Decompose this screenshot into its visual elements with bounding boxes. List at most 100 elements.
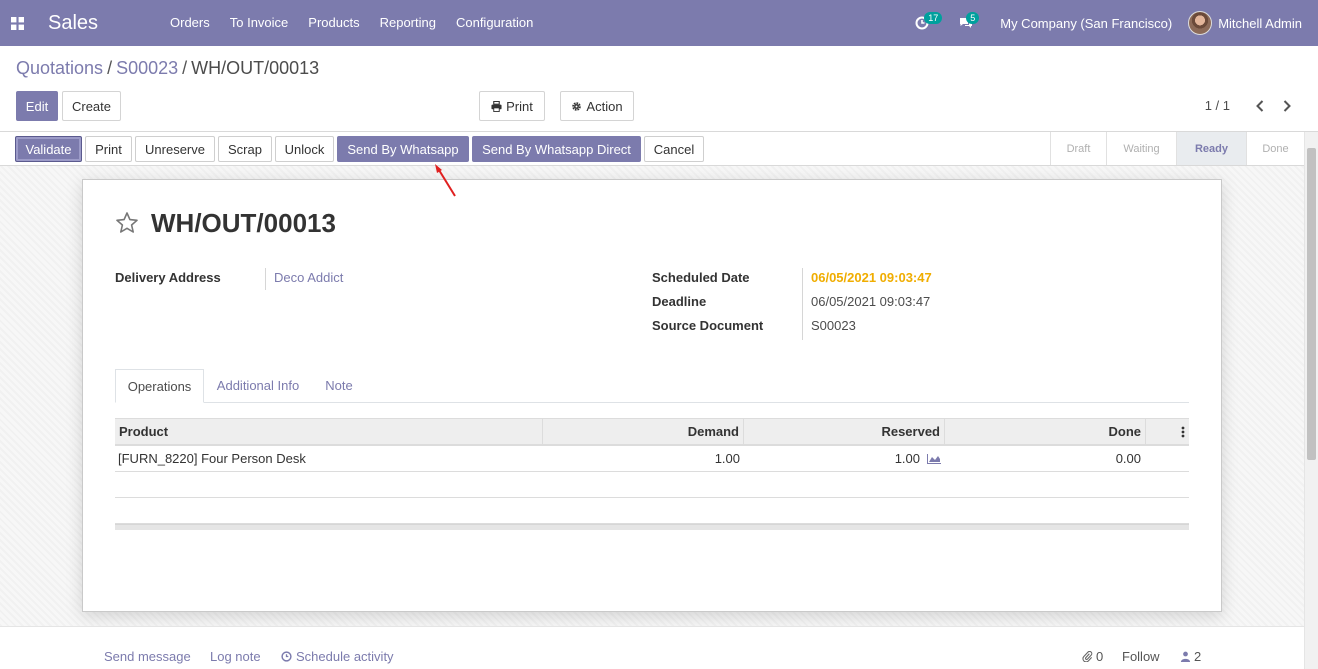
tab-additional-info[interactable]: Additional Info (211, 369, 305, 403)
user-menu[interactable]: Mitchell Admin (1188, 11, 1318, 35)
column-product[interactable]: Product (115, 419, 543, 445)
user-icon (1180, 651, 1191, 662)
source-document-label: Source Document (652, 318, 764, 333)
send-by-whatsapp-direct-button[interactable]: Send By Whatsapp Direct (472, 136, 641, 162)
stage-waiting: Waiting (1106, 132, 1176, 165)
table-row-empty (115, 498, 1189, 524)
navbar-systray: 17 5 My Company (San Francisco) Mitchell… (900, 0, 1318, 46)
validate-button[interactable]: Validate (15, 136, 82, 162)
breadcrumb-separator: / (107, 58, 113, 78)
scheduled-date-value: 06/05/2021 09:03:47 (811, 270, 932, 285)
breadcrumb-current: WH/OUT/00013 (191, 58, 320, 78)
delivery-address-value[interactable]: Deco Addict (274, 270, 343, 285)
forecast-chart-icon[interactable] (927, 454, 941, 464)
column-reserved[interactable]: Reserved (744, 419, 945, 445)
printer-icon (491, 100, 502, 112)
followers-button[interactable]: 2 (1180, 649, 1201, 664)
create-button[interactable]: Create (62, 91, 121, 121)
field-separator (265, 268, 266, 290)
table-header: Product Demand Reserved Done (115, 418, 1189, 446)
attachments-count: 0 (1096, 649, 1104, 664)
stage-pipeline: Draft Waiting Ready Done (1050, 132, 1304, 165)
send-message-button[interactable]: Send message (104, 649, 191, 664)
operations-table: Product Demand Reserved Done [FURN_8220]… (115, 418, 1189, 530)
breadcrumb-separator: / (182, 58, 188, 78)
unreserve-button[interactable]: Unreserve (135, 136, 215, 162)
source-document-value: S00023 (811, 318, 856, 333)
breadcrumb: Quotations / S00023/WH/OUT/00013 (16, 58, 319, 79)
paperclip-icon (1082, 651, 1093, 662)
action-label: Action (586, 98, 623, 114)
gear-icon (572, 101, 582, 111)
scrap-button[interactable]: Scrap (218, 136, 272, 162)
send-by-whatsapp-button[interactable]: Send By Whatsapp (337, 136, 469, 162)
form-statusbar: Validate Print Unreserve Scrap Unlock Se… (0, 131, 1318, 166)
followers-count: 2 (1194, 649, 1202, 664)
menu-products[interactable]: Products (298, 0, 369, 46)
delivery-address-label: Delivery Address (115, 270, 221, 285)
form-scrollbar[interactable] (1304, 132, 1318, 669)
annotation-arrow-icon (435, 164, 456, 197)
unlock-button[interactable]: Unlock (275, 136, 334, 162)
scrollbar-thumb[interactable] (1307, 148, 1316, 460)
activity-systray[interactable]: 17 (900, 0, 944, 46)
chevron-left-icon (1256, 100, 1264, 112)
activity-count-badge: 17 (924, 12, 943, 24)
chatter: Send message Log note Schedule activity … (0, 626, 1304, 669)
follow-button[interactable]: Follow (1122, 649, 1160, 664)
print-label: Print (506, 98, 533, 114)
clock-icon (281, 651, 292, 662)
action-dropdown-button[interactable]: Action (560, 91, 634, 121)
deadline-value: 06/05/2021 09:03:47 (811, 294, 931, 309)
top-navbar: Sales Orders To Invoice Products Reporti… (0, 0, 1318, 46)
breadcrumb-order[interactable]: S00023 (116, 58, 178, 78)
column-done[interactable]: Done (945, 419, 1146, 445)
table-row-empty (115, 472, 1189, 498)
avatar (1188, 11, 1213, 35)
company-switcher[interactable]: My Company (San Francisco) (988, 16, 1188, 31)
main-menu: Orders To Invoice Products Reporting Con… (160, 0, 543, 46)
app-name[interactable]: Sales (48, 12, 146, 35)
user-name: Mitchell Admin (1218, 15, 1302, 31)
deadline-label: Deadline (652, 294, 707, 309)
pager-value[interactable]: 1 / 1 (1205, 98, 1230, 113)
cancel-button[interactable]: Cancel (644, 136, 704, 162)
log-note-button[interactable]: Log note (210, 649, 261, 664)
messaging-systray[interactable]: 5 (944, 0, 988, 46)
field-separator (802, 268, 803, 340)
print-dropdown-button[interactable]: Print (479, 91, 545, 121)
menu-to-invoice[interactable]: To Invoice (220, 0, 299, 46)
table-row[interactable]: [FURN_8220] Four Person Desk 1.00 1.00 0… (115, 446, 1189, 472)
column-demand[interactable]: Demand (543, 419, 744, 445)
stage-done: Done (1246, 132, 1304, 165)
scheduled-date-label: Scheduled Date (652, 270, 750, 285)
row-product: [FURN_8220] Four Person Desk (118, 451, 306, 466)
edit-button[interactable]: Edit (16, 91, 58, 121)
record-title: WH/OUT/00013 (151, 208, 336, 238)
message-count-badge: 5 (966, 12, 980, 24)
stage-draft: Draft (1050, 132, 1106, 165)
notebook-tabs: Operations Additional Info Note (115, 369, 1189, 403)
menu-orders[interactable]: Orders (160, 0, 220, 46)
table-footer (115, 524, 1189, 530)
row-reserved: 1.00 (894, 451, 920, 466)
schedule-activity-label: Schedule activity (296, 649, 394, 664)
form-sheet: WH/OUT/00013 Delivery Address Deco Addic… (82, 179, 1222, 612)
tab-operations[interactable]: Operations (115, 369, 204, 403)
menu-reporting[interactable]: Reporting (370, 0, 446, 46)
row-demand: 1.00 (714, 451, 740, 466)
chevron-right-icon (1283, 100, 1291, 112)
apps-menu-icon[interactable] (0, 0, 34, 46)
breadcrumb-quotations[interactable]: Quotations (16, 58, 103, 78)
menu-configuration[interactable]: Configuration (446, 0, 543, 46)
star-icon[interactable] (115, 211, 139, 235)
pager-next-button[interactable] (1277, 96, 1297, 116)
stage-ready: Ready (1176, 132, 1246, 165)
row-done: 0.00 (1115, 451, 1141, 466)
tab-note[interactable]: Note (317, 369, 361, 403)
attachments-button[interactable]: 0 (1082, 649, 1103, 664)
optional-columns-icon[interactable] (1181, 426, 1185, 438)
schedule-activity-button[interactable]: Schedule activity (281, 649, 394, 664)
pager-previous-button[interactable] (1250, 96, 1270, 116)
print-button[interactable]: Print (85, 136, 132, 162)
